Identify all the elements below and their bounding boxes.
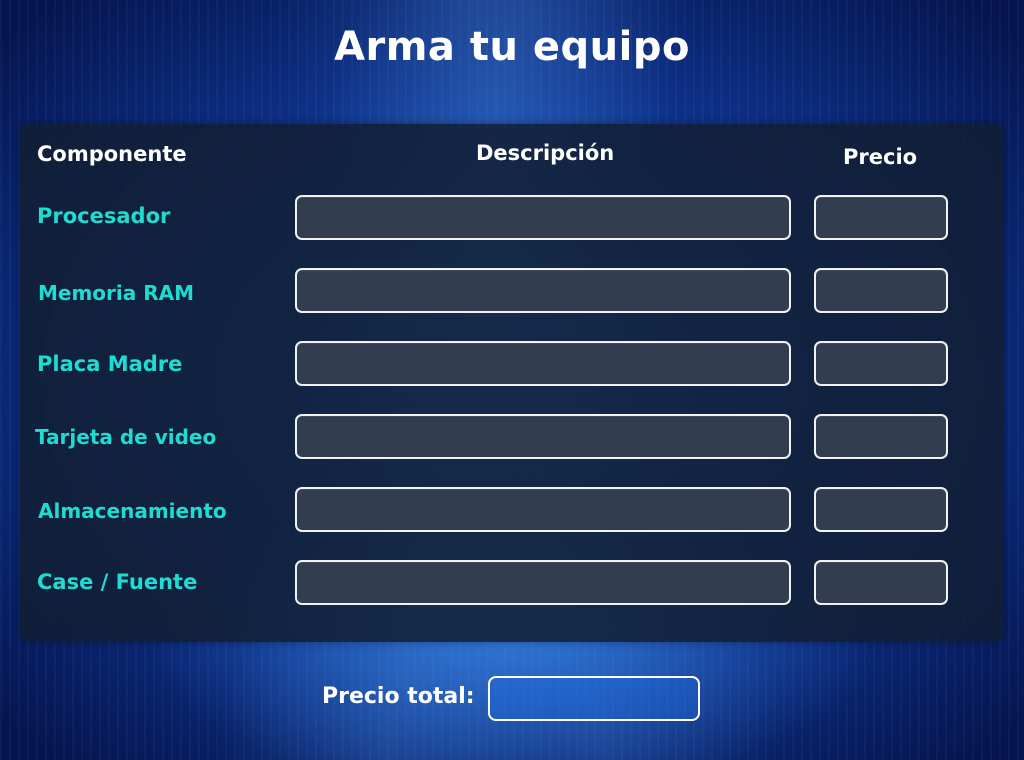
description-field-case-fuente[interactable] [295,560,791,605]
page-title: Arma tu equipo [334,24,690,70]
price-field-placa-madre[interactable] [814,341,948,386]
label-case-fuente: Case / Fuente [37,570,198,594]
description-field-tarjeta-de-video[interactable] [295,414,791,459]
component-panel: Componente Descripción Precio Procesador… [20,124,1004,642]
price-field-procesador[interactable] [814,195,948,240]
label-tarjeta-de-video: Tarjeta de video [35,425,217,449]
label-memoria-ram: Memoria RAM [38,281,195,305]
label-placa-madre: Placa Madre [37,352,183,376]
header-price: Precio [843,145,918,169]
header-description: Descripción [476,141,615,165]
price-field-case-fuente[interactable] [814,560,948,605]
description-field-memoria-ram[interactable] [295,268,791,313]
price-field-tarjeta-de-video[interactable] [814,414,948,459]
description-field-almacenamiento[interactable] [295,487,791,532]
description-field-placa-madre[interactable] [295,341,791,386]
header-component: Componente [37,142,187,166]
label-procesador: Procesador [37,204,171,228]
price-field-almacenamiento[interactable] [814,487,948,532]
total-price-label: Precio total: [322,684,475,709]
price-field-memoria-ram[interactable] [814,268,948,313]
total-price-field[interactable] [488,676,700,721]
label-almacenamiento: Almacenamiento [38,499,227,523]
description-field-procesador[interactable] [295,195,791,240]
